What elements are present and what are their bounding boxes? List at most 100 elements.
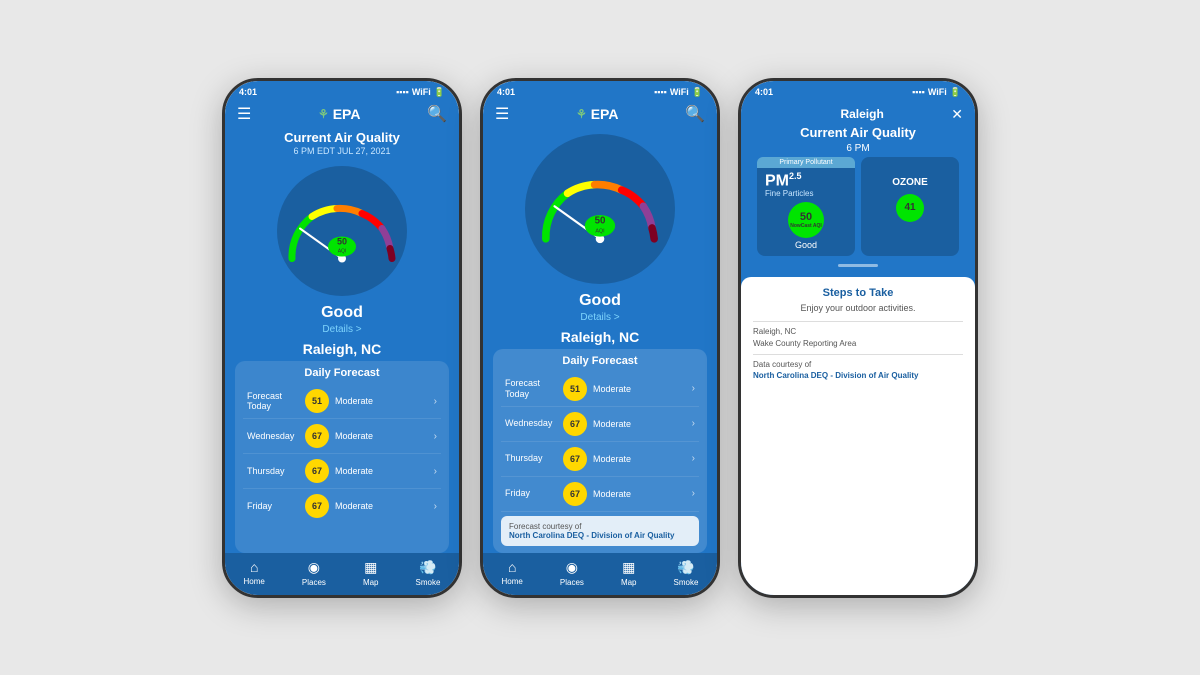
pollutant-quality: Good (765, 240, 847, 250)
forecast-condition-2-0: Moderate (593, 384, 692, 394)
epa-logo-1: ⚘ EPA (318, 106, 361, 122)
aqi-badge-1-0: 51 (305, 389, 329, 413)
status-time-1: 4:01 (239, 87, 257, 97)
bottom-nav-2: ⌂ Home ◉ Places ▦ Map 💨 Smoke (483, 553, 717, 595)
gauge-svg-2: 50 AQI (535, 173, 665, 245)
pollutant-sub: 2.5 (789, 171, 802, 181)
data-source-link[interactable]: North Carolina DEQ - Division of Air Qua… (753, 371, 963, 380)
ozone-card: OZONE 41 (861, 157, 959, 257)
forecast-day-1-0: Forecast Today (247, 391, 299, 413)
forecast-source[interactable]: North Carolina DEQ - Division of Air Qua… (509, 531, 691, 540)
nav-smoke-label-1: Smoke (416, 578, 441, 587)
status-bar-3: 4:01 ▪▪▪▪ WiFi 🔋 (741, 81, 975, 100)
gauge-svg-1: 50 AQI (282, 196, 402, 266)
svg-text:50: 50 (595, 215, 606, 226)
details-btn-2[interactable]: Details > (580, 312, 619, 323)
nav-map-label-1: Map (363, 578, 379, 587)
nav-map-label-2: Map (621, 578, 637, 587)
status-bar-1: 4:01 ▪▪▪▪ WiFi 🔋 (225, 81, 459, 100)
nav-places-label-2: Places (560, 578, 584, 587)
modal-location: Raleigh (840, 107, 883, 121)
forecast-section-2: Daily Forecast Forecast Today 51 Moderat… (493, 349, 707, 553)
chevron-1-1: › (434, 431, 437, 442)
screens-container: 4:01 ▪▪▪▪ WiFi 🔋 ☰ ⚘ EPA 🔍 Current Air Q… (202, 58, 998, 618)
aqi-badge-2-1: 67 (563, 412, 587, 436)
pollutants-row: Primary Pollutant PM2.5 Fine Particles 5… (753, 157, 963, 257)
status-icons-3: ▪▪▪▪ WiFi 🔋 (912, 87, 961, 98)
nav-home-2[interactable]: ⌂ Home (502, 559, 523, 586)
forecast-condition-1-2: Moderate (335, 466, 434, 476)
quality-label-2: Good (579, 292, 621, 310)
status-time-3: 4:01 (755, 87, 773, 97)
forecast-day-1-3: Friday (247, 501, 299, 512)
screen2-content: 50 AQI Good Details > Raleigh, NC Daily … (483, 130, 717, 553)
pm25-aqi-value: 50 (800, 211, 812, 223)
forecast-section-1: Daily Forecast Forecast Today 51 Moderat… (235, 361, 449, 552)
map-icon-2: ▦ (622, 559, 635, 576)
info-data-courtesy: Data courtesy of (753, 359, 963, 371)
svg-text:AQI: AQI (338, 249, 347, 255)
info-divider-1 (753, 321, 963, 322)
status-icons-2: ▪▪▪▪ WiFi 🔋 (654, 87, 703, 98)
aq-title-1: Current Air Quality (284, 130, 400, 147)
epa-leaf-1: ⚘ (318, 107, 329, 121)
forecast-row-1-3[interactable]: Friday 67 Moderate › (243, 489, 441, 523)
nav-places-1[interactable]: ◉ Places (302, 559, 326, 587)
phone-screen-2: 4:01 ▪▪▪▪ WiFi 🔋 ☰ ⚘ EPA 🔍 (480, 78, 720, 598)
menu-icon-1[interactable]: ☰ (237, 104, 251, 124)
nav-map-2[interactable]: ▦ Map (621, 559, 637, 587)
drag-handle (838, 264, 878, 267)
forecast-title-1: Daily Forecast (243, 367, 441, 379)
quality-label-1: Good (321, 304, 363, 322)
forecast-row-1-1[interactable]: Wednesday 67 Moderate › (243, 419, 441, 454)
location-1: Raleigh, NC (303, 341, 382, 357)
aqi-badge-2-0: 51 (563, 377, 587, 401)
forecast-condition-1-1: Moderate (335, 431, 434, 441)
forecast-condition-1-0: Moderate (335, 396, 434, 406)
current-aq-label: Current Air Quality (800, 125, 916, 140)
details-btn-1[interactable]: Details > (322, 324, 361, 335)
forecast-row-2-2[interactable]: Thursday 67 Moderate › (501, 442, 699, 477)
search-icon-2[interactable]: 🔍 (685, 104, 705, 124)
close-button[interactable]: ✕ (951, 106, 963, 123)
modal-bottom: Steps to Take Enjoy your outdoor activit… (741, 277, 975, 594)
forecast-condition-2-3: Moderate (593, 489, 692, 499)
info-divider-2 (753, 354, 963, 355)
nav-smoke-1[interactable]: 💨 Smoke (416, 559, 441, 587)
forecast-day-2-2: Thursday (505, 453, 557, 464)
aqi-badge-1-1: 67 (305, 424, 329, 448)
modal-top: Raleigh ✕ Current Air Quality 6 PM Prima… (741, 100, 975, 278)
forecast-day-2-0: Forecast Today (505, 378, 557, 400)
places-icon-2: ◉ (566, 559, 578, 576)
chevron-1-2: › (434, 466, 437, 477)
phone-screen-3: 4:01 ▪▪▪▪ WiFi 🔋 Raleigh ✕ Current Air Q… (738, 78, 978, 598)
places-icon-1: ◉ (308, 559, 320, 576)
menu-icon-2[interactable]: ☰ (495, 104, 509, 124)
primary-pollutant-badge: Primary Pollutant (757, 157, 855, 168)
chevron-2-0: › (692, 383, 695, 394)
pollutant-name: PM2.5 (765, 172, 847, 190)
forecast-row-1-0[interactable]: Forecast Today 51 Moderate › (243, 384, 441, 419)
forecast-row-2-3[interactable]: Friday 67 Moderate › (501, 477, 699, 512)
pm25-aqi-badge: 50 NowCast AQI (788, 202, 824, 238)
gauge-2: 50 AQI (525, 134, 675, 284)
nav-smoke-2[interactable]: 💨 Smoke (674, 559, 699, 587)
status-time-2: 4:01 (497, 87, 515, 97)
nav-places-2[interactable]: ◉ Places (560, 559, 584, 587)
ozone-badge: 41 (896, 194, 924, 222)
forecast-row-2-1[interactable]: Wednesday 67 Moderate › (501, 407, 699, 442)
nav-map-1[interactable]: ▦ Map (363, 559, 379, 587)
search-icon-1[interactable]: 🔍 (427, 104, 447, 124)
forecast-day-1-1: Wednesday (247, 431, 299, 442)
forecast-row-1-2[interactable]: Thursday 67 Moderate › (243, 454, 441, 489)
nav-home-1[interactable]: ⌂ Home (244, 559, 265, 586)
epa-logo-2: ⚘ EPA (576, 106, 619, 122)
modal-header: Raleigh ✕ (753, 106, 963, 123)
top-nav-1: ☰ ⚘ EPA 🔍 (225, 100, 459, 130)
epa-leaf-2: ⚘ (576, 107, 587, 121)
forecast-condition-1-3: Moderate (335, 501, 434, 511)
pollutant-desc: Fine Particles (765, 189, 847, 198)
date-label-1: 6 PM EDT JUL 27, 2021 (293, 146, 390, 156)
forecast-row-2-0[interactable]: Forecast Today 51 Moderate › (501, 372, 699, 407)
forecast-condition-2-1: Moderate (593, 419, 692, 429)
